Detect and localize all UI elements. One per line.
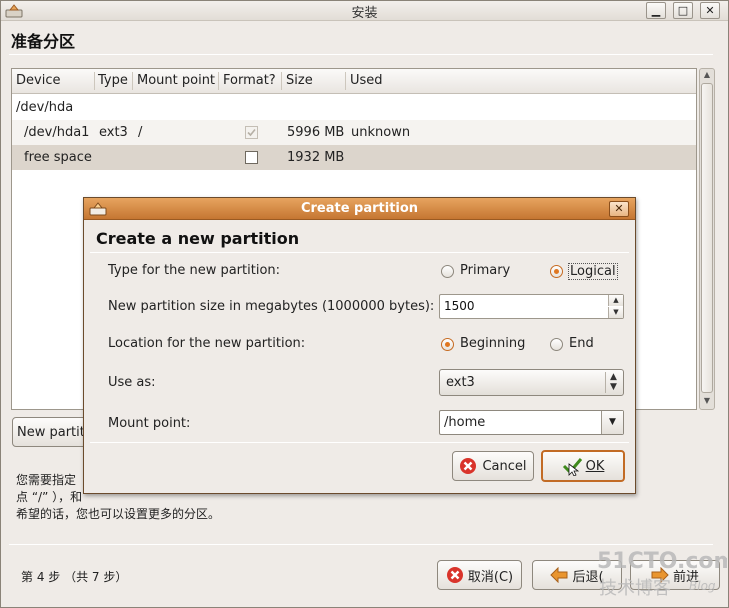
dialog-ok-button[interactable]: OK (541, 450, 625, 482)
type-label: Type for the new partition: (108, 263, 281, 278)
cancel-install-label: 取消(C) (467, 569, 514, 585)
size-spinbutton[interactable]: 1500 ▲ ▼ (439, 294, 624, 319)
dialog-title: Create partition (300, 201, 419, 216)
spin-up-icon[interactable]: ▲ (608, 295, 623, 306)
location-label: Location for the new partition: (108, 336, 306, 351)
logical-radio[interactable] (550, 265, 563, 278)
dialog-button-divider (90, 442, 629, 443)
device-cell: /dev/hda (16, 100, 74, 115)
info-text-line-1: 您需要指定 (16, 473, 77, 487)
column-divider (94, 72, 95, 90)
size-cell: 5996 MB (287, 125, 345, 140)
device-cell: /dev/hda1 (24, 125, 90, 140)
table-header: Device Type Mount point Format? Size Use… (12, 69, 696, 94)
dialog-divider (90, 252, 629, 253)
svg-text:51CTO.com: 51CTO.com (597, 549, 727, 574)
column-type[interactable]: Type (98, 73, 128, 88)
column-divider (132, 72, 133, 90)
dialog-cancel-label: Cancel (482, 458, 527, 474)
column-divider (218, 72, 219, 90)
use-as-value: ext3 (446, 375, 475, 390)
size-value: 1500 (444, 299, 475, 313)
dropdown-arrow-icon[interactable]: ▼ (601, 411, 623, 434)
table-row[interactable]: /dev/hda (12, 95, 696, 120)
dialog-heading: Create a new partition (96, 229, 300, 248)
beginning-radio[interactable] (441, 338, 454, 351)
scroll-up-icon[interactable]: ▲ (700, 70, 714, 79)
title-bar: 安装 ▁ □ ✕ (1, 1, 728, 21)
primary-label[interactable]: Primary (460, 263, 510, 278)
dialog-cancel-button[interactable]: Cancel (452, 451, 534, 481)
scroll-down-icon[interactable]: ▼ (700, 396, 714, 405)
cancel-icon (446, 567, 463, 583)
footer-divider (9, 544, 713, 545)
table-scrollbar[interactable]: ▲ ▼ (699, 68, 715, 410)
primary-radio[interactable] (441, 265, 454, 278)
checkmark-icon (562, 458, 582, 476)
create-partition-dialog: Create partition ✕ Create a new partitio… (83, 197, 636, 494)
column-mount-point[interactable]: Mount point (137, 73, 215, 88)
format-checkbox[interactable] (245, 151, 258, 164)
window-title: 安装 (351, 6, 378, 21)
table-row[interactable]: /dev/hda1 ext3 / 5996 MB unknown (12, 120, 696, 145)
page-title: 准备分区 (11, 32, 76, 51)
size-cell: 1932 MB (287, 150, 345, 165)
header-divider (9, 54, 713, 55)
end-radio[interactable] (550, 338, 563, 351)
maximize-button[interactable]: □ (673, 2, 693, 19)
dialog-close-button[interactable]: ✕ (609, 201, 629, 217)
svg-text:技术博客: 技术博客 (599, 578, 671, 599)
use-as-label: Use as: (108, 375, 156, 390)
mount-point-combo[interactable]: /home ▼ (439, 410, 624, 435)
back-arrow-icon (550, 567, 568, 583)
use-as-combo[interactable]: ext3 ▲ ▼ (439, 369, 624, 396)
end-label[interactable]: End (569, 336, 594, 351)
site-watermark-logo: 51CTO.com 技术博客 Blog (597, 549, 727, 599)
info-text-line-2: 点 “/” ），和 (16, 490, 83, 504)
column-format[interactable]: Format? (223, 73, 276, 88)
cancel-install-button[interactable]: 取消(C) (437, 560, 522, 590)
info-text-line-3: 希望的话，您也可以设置更多的分区。 (16, 507, 221, 521)
cancel-icon (460, 458, 477, 474)
logical-label[interactable]: Logical (568, 263, 618, 280)
column-divider (281, 72, 282, 90)
updown-arrows-icon: ▲ ▼ (605, 372, 621, 393)
scrollbar-thumb[interactable] (701, 83, 713, 393)
mount-point-label: Mount point: (108, 416, 191, 431)
column-size[interactable]: Size (286, 73, 313, 88)
minimize-button[interactable]: ▁ (646, 2, 666, 19)
size-label: New partition size in megabytes (1000000… (108, 299, 435, 314)
table-row[interactable]: free space 1932 MB (12, 145, 696, 170)
format-checkbox-checked[interactable] (245, 126, 258, 139)
column-device[interactable]: Device (16, 73, 60, 88)
column-used[interactable]: Used (350, 73, 383, 88)
column-divider (345, 72, 346, 90)
step-indicator: 第 4 步 （共 7 步） (21, 570, 128, 584)
device-cell: free space (24, 150, 92, 165)
type-cell: ext3 (99, 125, 128, 140)
beginning-label[interactable]: Beginning (460, 336, 525, 351)
mount-point-value: /home (444, 415, 486, 430)
mount-cell: / (138, 125, 143, 140)
close-button[interactable]: ✕ (700, 2, 720, 19)
svg-text:Blog: Blog (689, 579, 716, 593)
spin-down-icon[interactable]: ▼ (608, 307, 623, 318)
dialog-ok-label: OK (585, 458, 605, 474)
dialog-title-bar: Create partition ✕ (84, 198, 635, 220)
used-cell: unknown (351, 125, 411, 140)
